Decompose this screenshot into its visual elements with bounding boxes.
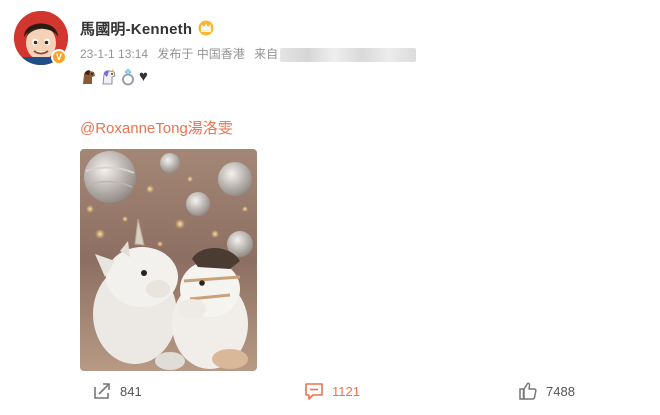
heart-symbol: ♥ bbox=[139, 68, 148, 85]
mention-link[interactable]: @RoxanneTong湯洛雯 bbox=[80, 117, 233, 138]
share-button[interactable]: 841 bbox=[92, 380, 142, 402]
like-button[interactable]: 7488 bbox=[518, 380, 575, 402]
verified-badge-icon: V bbox=[51, 49, 67, 65]
share-count: 841 bbox=[120, 383, 142, 399]
post-photo[interactable] bbox=[80, 149, 257, 371]
post-time[interactable]: 23-1-1 13:14 bbox=[80, 47, 148, 61]
unicorn-emoji-icon bbox=[102, 68, 116, 85]
author-name[interactable]: 馬國明-Kenneth bbox=[80, 18, 192, 39]
comment-button[interactable]: 1121 bbox=[304, 380, 360, 402]
horse-emoji-icon bbox=[83, 70, 95, 84]
source-redacted bbox=[280, 47, 417, 62]
post-location: 发布于 中国香港 bbox=[157, 47, 245, 61]
post-source-label: 来自 bbox=[254, 47, 279, 61]
plush-unicorn-and-horse-photo bbox=[80, 149, 257, 371]
weibo-post: V 馬國明-Kenneth 23-1-1 13:14 发布于 中国香港 来自 ♥ bbox=[0, 0, 660, 415]
like-count: 7488 bbox=[546, 383, 575, 399]
comment-count: 1121 bbox=[332, 383, 360, 399]
comment-icon bbox=[305, 383, 323, 400]
crown-icon bbox=[198, 20, 214, 36]
post-emoji-text: ♥ bbox=[80, 68, 148, 86]
ring-emoji-icon bbox=[122, 68, 134, 86]
post-meta: 23-1-1 13:14 发布于 中国香港 来自 bbox=[80, 45, 417, 62]
share-icon bbox=[94, 383, 110, 399]
thumbs-up-icon bbox=[519, 382, 537, 400]
